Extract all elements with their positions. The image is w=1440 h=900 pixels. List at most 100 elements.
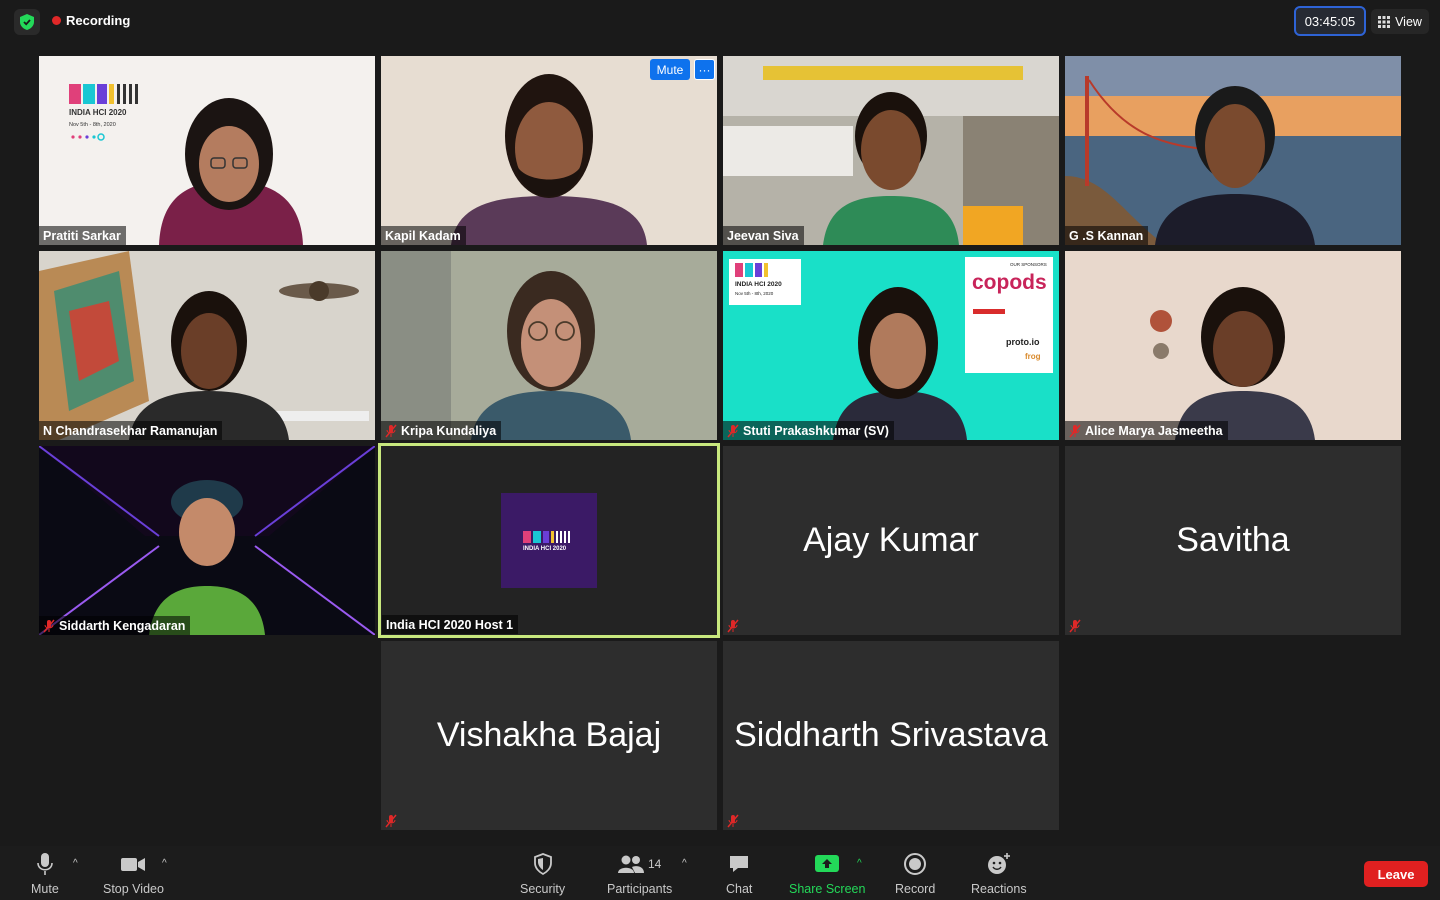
reactions-smiley-icon [987, 853, 1010, 874]
stop-video-button[interactable]: Stop Video [103, 852, 164, 896]
host-logo-text: INDIA HCI 2020 [523, 546, 567, 552]
video-tile[interactable]: INDIA HCI 2020 Nov 5th - 8th, 2020 OUR S… [723, 251, 1059, 440]
chat-button[interactable]: Chat [726, 852, 752, 896]
recording-indicator[interactable]: Recording [52, 13, 130, 28]
participants-icon [617, 855, 644, 873]
participant-name-label: Kapil Kadam [381, 226, 466, 245]
muted-mic-icon [727, 814, 739, 827]
participant-display-name: Vishakha Bajaj [436, 716, 662, 754]
participant-name-label: Stuti Prakashkumar (SV) [723, 421, 894, 440]
grid-icon [1378, 15, 1391, 28]
participant-name-label: Pratiti Sarkar [39, 226, 126, 245]
video-tile[interactable]: Alice Marya Jasmeetha [1065, 251, 1401, 440]
meeting-controls-toolbar: Mute ^ Stop Video ^ Security 14 Particip… [0, 846, 1440, 900]
video-tile[interactable]: Mute ··· Kapil Kadam [381, 56, 717, 245]
participant-video [39, 251, 375, 440]
participant-name-label [1065, 616, 1086, 635]
participant-display-name: Siddharth Srivastava [734, 716, 1048, 754]
participant-display-name: Savitha [1176, 521, 1290, 559]
more-options-button[interactable]: ··· [694, 59, 715, 80]
participant-name-label [723, 811, 744, 830]
leave-meeting-button[interactable]: Leave [1364, 861, 1428, 887]
share-screen-icon [815, 855, 840, 872]
participant-name-label: G .S Kannan [1065, 226, 1149, 245]
record-button[interactable]: Record [895, 852, 935, 896]
participant-video [723, 56, 1059, 245]
participant-name-label: Alice Marya Jasmeetha [1065, 421, 1228, 440]
video-tile[interactable]: Vishakha Bajaj [381, 641, 717, 830]
muted-mic-icon [385, 814, 397, 827]
view-button[interactable]: View [1371, 9, 1429, 34]
sponsor-copods-logo: copods [972, 271, 1047, 294]
reactions-button[interactable]: Reactions [971, 852, 1027, 896]
event-banner-dates: Nov 5th - 8th, 2020 [69, 122, 116, 128]
record-label: Record [895, 882, 936, 896]
participant-name-label: Siddarth Kengadaran [39, 616, 191, 635]
host-logo-image: INDIA HCI 2020 [501, 493, 597, 588]
participants-button[interactable]: 14 Participants [607, 852, 672, 896]
mute-button[interactable]: Mute [31, 852, 59, 896]
video-tile[interactable]: Jeevan Siva [723, 56, 1059, 245]
security-shield-icon [533, 853, 552, 876]
security-button[interactable]: Security [520, 852, 565, 896]
video-tile[interactable]: Siddharth Srivastava [723, 641, 1059, 830]
video-tile[interactable]: Siddarth Kengadaran [39, 446, 375, 635]
chat-bubble-icon [730, 856, 749, 872]
video-tile[interactable]: Kripa Kundaliya [381, 251, 717, 440]
mute-participant-button[interactable]: Mute [650, 59, 690, 80]
stop-video-label: Stop Video [103, 882, 164, 896]
participants-count: 14 [647, 857, 662, 871]
video-camera-icon [121, 858, 146, 871]
video-tile[interactable]: Pratiti Sarkar INDIA HCI 2020 Nov 5th - … [39, 56, 375, 245]
microphone-icon [37, 853, 53, 875]
share-options-caret-icon[interactable]: ^ [857, 858, 862, 869]
participant-video [1065, 251, 1401, 440]
muted-mic-icon [1069, 619, 1081, 632]
active-speaker-tile[interactable]: INDIA HCI 2020 India HCI 2020 Host 1 [378, 443, 720, 638]
participants-label: Participants [607, 882, 673, 896]
participant-display-name: Ajay Kumar [803, 521, 979, 559]
meeting-top-bar: Recording 03:45:05 View [0, 0, 1440, 44]
participant-name-label: N Chandrasekhar Ramanujan [39, 421, 223, 440]
recording-label: Recording [66, 13, 131, 28]
chat-label: Chat [726, 882, 753, 896]
video-tile[interactable]: N Chandrasekhar Ramanujan [39, 251, 375, 440]
encryption-shield-icon[interactable] [14, 9, 40, 35]
video-options-caret-icon[interactable]: ^ [162, 858, 167, 869]
participant-name-label: India HCI 2020 Host 1 [382, 615, 519, 634]
participants-options-caret-icon[interactable]: ^ [682, 858, 687, 869]
participant-video [39, 56, 375, 245]
participant-video [39, 446, 375, 635]
event-banner-dates: Nov 5th - 8th, 2020 [735, 291, 774, 296]
muted-mic-icon [43, 619, 55, 632]
participant-video [381, 56, 717, 245]
video-tile[interactable]: Savitha [1065, 446, 1401, 635]
mute-label: Mute [31, 882, 59, 896]
participant-name-label: Kripa Kundaliya [381, 421, 502, 440]
muted-mic-icon [727, 424, 739, 437]
participant-name-label: Jeevan Siva [723, 226, 804, 245]
sponsor-heading: OUR SPONSORS [1010, 262, 1047, 267]
record-icon [904, 853, 927, 875]
participant-name-label [723, 616, 744, 635]
view-label: View [1395, 14, 1422, 29]
meeting-timer: 03:45:05 [1294, 6, 1366, 36]
event-banner-title: INDIA HCI 2020 [735, 281, 782, 288]
share-screen-label: Share Screen [789, 882, 866, 896]
participant-video [381, 251, 717, 440]
security-label: Security [520, 882, 566, 896]
sponsor-protoio-logo: proto.io [1006, 337, 1040, 347]
muted-mic-icon [727, 619, 739, 632]
video-tile[interactable]: G .S Kannan [1065, 56, 1401, 245]
participant-video [1065, 56, 1401, 245]
muted-mic-icon [1069, 424, 1081, 437]
audio-options-caret-icon[interactable]: ^ [73, 858, 78, 869]
participant-name-label [381, 811, 402, 830]
sponsor-frog-logo: frog [1025, 352, 1041, 361]
reactions-label: Reactions [971, 882, 1027, 896]
event-banner-title: INDIA HCI 2020 [69, 108, 127, 117]
muted-mic-icon [385, 424, 397, 437]
share-screen-button[interactable]: Share Screen [789, 852, 865, 896]
video-tile[interactable]: Ajay Kumar [723, 446, 1059, 635]
recording-dot-icon [52, 16, 61, 25]
